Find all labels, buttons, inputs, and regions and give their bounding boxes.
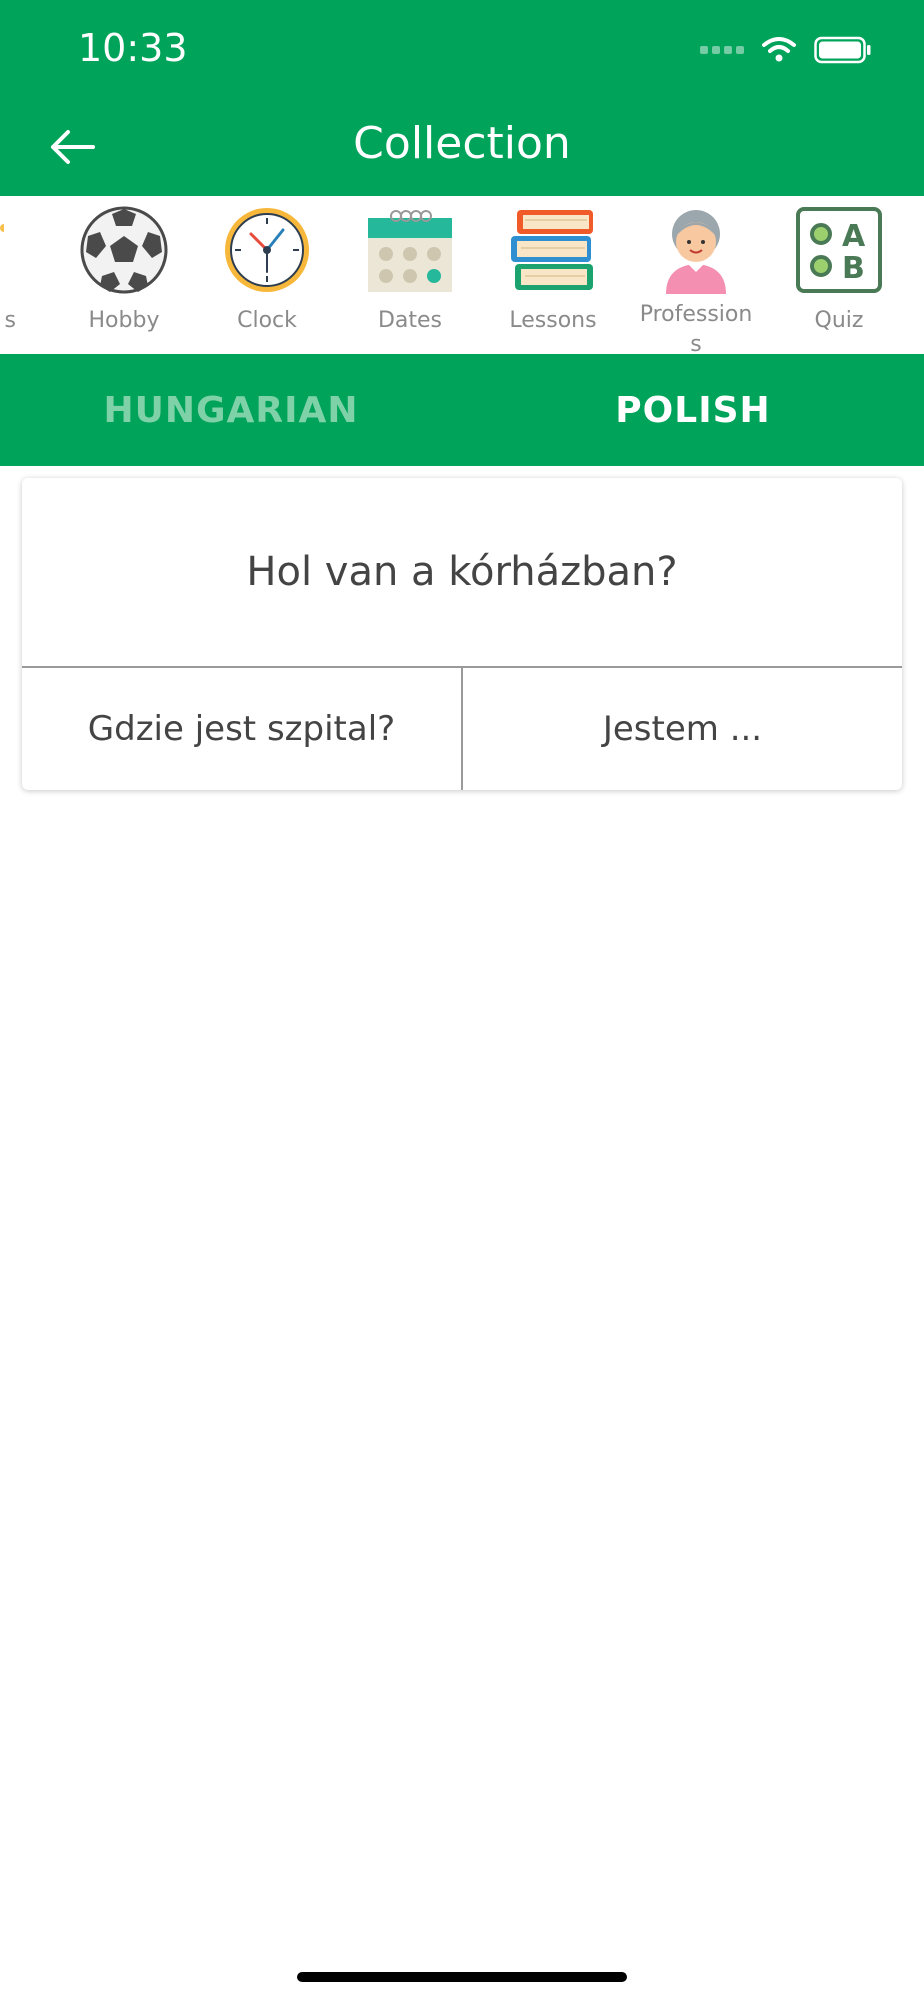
profession-person-icon — [666, 210, 726, 294]
category-item-dates[interactable]: Dates — [340, 196, 480, 354]
category-item-hobby[interactable]: Hobby — [54, 196, 194, 354]
category-label: Profession s — [639, 302, 753, 354]
answer-option-1[interactable]: Gdzie jest szpital? — [22, 668, 461, 790]
clock-icon — [225, 208, 309, 292]
home-indicator — [297, 1972, 627, 1982]
category-item-quiz[interactable]: A B Quiz — [769, 196, 909, 354]
page-title: Collection — [353, 118, 571, 169]
category-label: s — [4, 308, 16, 333]
tab-polish[interactable]: POLISH — [462, 354, 924, 466]
svg-text:A: A — [842, 219, 866, 254]
category-strip[interactable]: s Hobby Clock Dates Lessons Profession s… — [0, 196, 924, 354]
category-label: Clock — [237, 308, 297, 333]
category-item-lessons[interactable]: Lessons — [483, 196, 623, 354]
category-label: Dates — [377, 308, 443, 333]
category-item-numbers[interactable]: s — [0, 196, 30, 354]
status-icons — [700, 36, 872, 64]
answer-option-2[interactable]: Jestem ... — [463, 668, 902, 790]
category-item-professions[interactable]: Profession s — [626, 196, 766, 354]
tab-hungarian[interactable]: HUNGARIAN — [0, 354, 462, 466]
books-icon — [511, 210, 593, 290]
battery-icon — [814, 36, 871, 64]
quiz-icon: A B — [796, 207, 882, 293]
wifi-icon — [762, 37, 796, 62]
quiz-card: Hol van a kórházban? Gdzie jest szpital?… — [22, 478, 902, 790]
app-bar: Collection — [0, 100, 924, 196]
language-tabs: HUNGARIAN POLISH — [0, 354, 924, 466]
category-label: Hobby — [88, 308, 160, 333]
soccer-ball-icon — [80, 206, 168, 294]
question-text: Hol van a kórházban? — [246, 549, 678, 595]
numbers-icon — [0, 224, 4, 232]
status-bar: 10:33 — [0, 0, 924, 100]
status-time: 10:33 — [78, 26, 188, 70]
cellular-signal-icon — [700, 46, 744, 54]
category-label: Lessons — [509, 308, 597, 333]
calendar-icon — [368, 210, 452, 292]
category-item-clock[interactable]: Clock — [197, 196, 337, 354]
category-label: Quiz — [814, 308, 864, 333]
svg-text:B: B — [842, 251, 865, 286]
